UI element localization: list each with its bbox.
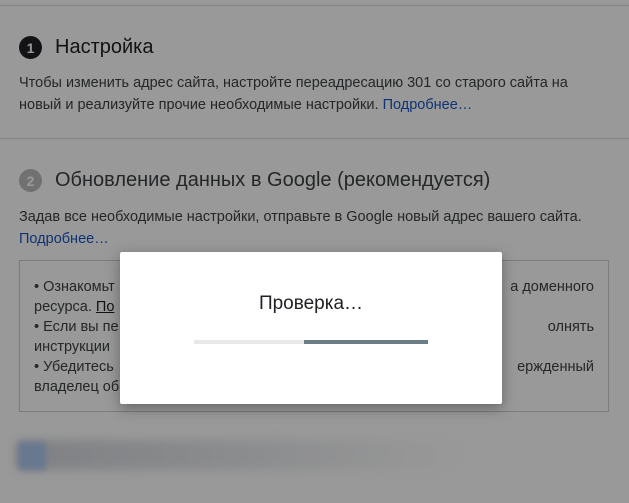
progress-bar-fill bbox=[303, 340, 428, 344]
checking-dialog: Проверка… bbox=[120, 252, 502, 404]
progress-bar bbox=[194, 340, 428, 344]
dialog-title: Проверка… bbox=[258, 293, 364, 314]
